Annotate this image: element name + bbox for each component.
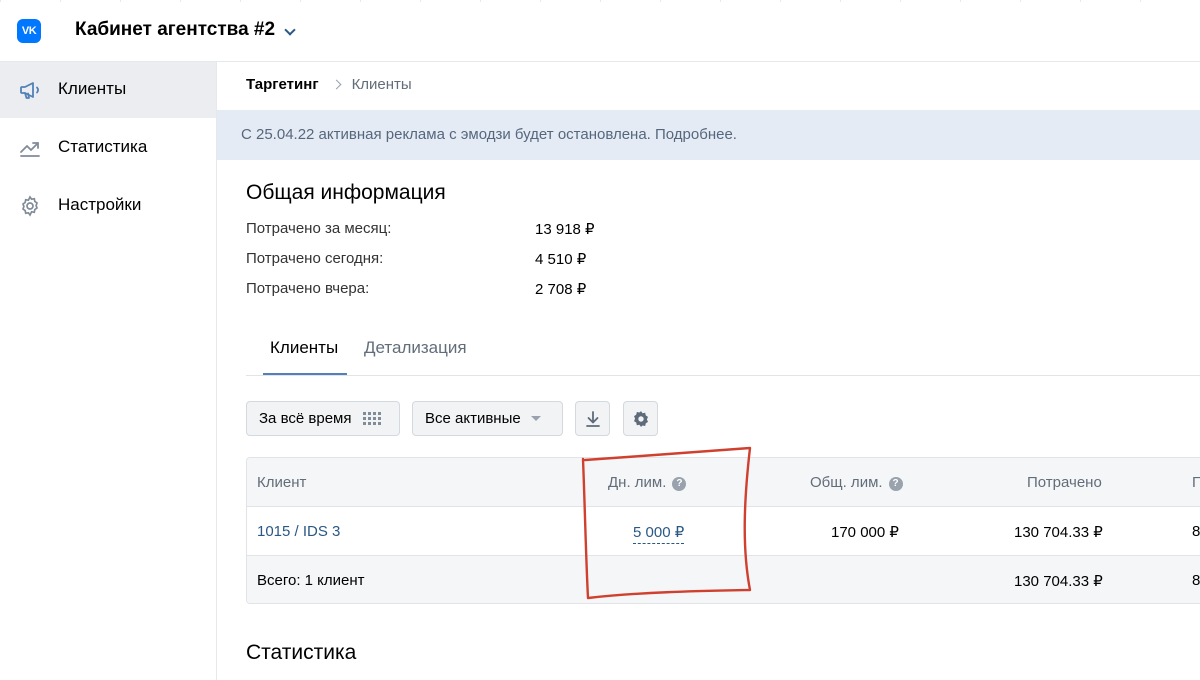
help-icon[interactable]: ?: [672, 477, 687, 491]
total-spent: 130 704.33 ₽: [1014, 573, 1103, 590]
cabinet-title[interactable]: Кабинет агентства #2: [75, 19, 275, 41]
filter-label: Все активные: [425, 410, 521, 427]
spent-value: 130 704.33 ₽: [1014, 524, 1103, 541]
header-cut-column[interactable]: П: [1192, 474, 1200, 491]
gear-icon: [633, 410, 648, 427]
top-bar: VK Кабинет агентства #2: [0, 0, 1200, 62]
sidebar-item-settings[interactable]: Настройки: [0, 178, 216, 234]
daily-limit-value[interactable]: 5 000 ₽: [633, 523, 685, 544]
vk-logo[interactable]: VK: [17, 19, 41, 43]
top-grid-strip: [0, 0, 1200, 2]
gear-icon: [21, 195, 39, 217]
caret-down-icon: [530, 416, 541, 421]
total-cut-column: 8: [1192, 572, 1200, 589]
client-link[interactable]: 1015 / IDS 3: [257, 523, 340, 540]
period-select-button[interactable]: За всё время: [246, 401, 400, 436]
total-label: Всего: 1 клиент: [257, 572, 365, 589]
header-spent[interactable]: Потрачено: [1027, 474, 1102, 491]
overview-label: Потрачено вчера:: [246, 280, 370, 297]
sidebar-item-clients[interactable]: Клиенты: [0, 62, 216, 118]
sidebar-item-label: Клиенты: [58, 79, 127, 98]
breadcrumb-root[interactable]: Таргетинг: [246, 76, 319, 93]
clients-table: Клиент Дн. лим.? Общ. лим.? Потрачено П …: [246, 457, 1200, 604]
statistics-title: Статистика: [246, 641, 357, 664]
overview-label: Потрачено за месяц:: [246, 220, 392, 237]
table-header: Клиент Дн. лим.? Общ. лим.? Потрачено П: [247, 458, 1200, 507]
main-content: Таргетинг Клиенты С 25.04.22 активная ре…: [217, 62, 1200, 680]
period-label: За всё время: [259, 410, 352, 427]
breadcrumb: Таргетинг Клиенты: [246, 76, 412, 93]
active-tab-indicator: [263, 373, 347, 375]
table-footer: Всего: 1 клиент 130 704.33 ₽ 8: [247, 556, 1200, 603]
sidebar-item-statistics[interactable]: Статистика: [0, 120, 216, 176]
cut-column-value: 8: [1192, 523, 1200, 540]
table-row: 1015 / IDS 3 5 000 ₽ 170 000 ₽ 130 704.3…: [247, 507, 1200, 556]
download-icon: [585, 410, 600, 427]
calendar-grid-icon: [363, 412, 382, 425]
tab-clients[interactable]: Клиенты: [270, 338, 338, 358]
status-filter-dropdown[interactable]: Все активные: [412, 401, 563, 436]
chevron-right-icon: [331, 79, 342, 90]
overview-label: Потрачено сегодня:: [246, 250, 384, 267]
header-daily-limit-label: Дн. лим.: [608, 474, 667, 491]
tab-details[interactable]: Детализация: [364, 338, 467, 358]
tabs-bar: Клиенты Детализация: [246, 326, 1200, 376]
table-settings-button[interactable]: [623, 401, 658, 436]
sidebar-item-label: Статистика: [58, 137, 148, 156]
overview-value: 13 918 ₽: [535, 221, 595, 238]
sidebar-item-label: Настройки: [58, 195, 142, 214]
overview-title: Общая информация: [246, 181, 446, 204]
total-limit-value: 170 000 ₽: [831, 524, 899, 541]
download-button[interactable]: [575, 401, 610, 436]
header-total-limit-label: Общ. лим.: [810, 474, 883, 491]
help-icon[interactable]: ?: [888, 477, 903, 491]
megaphone-icon: [20, 82, 39, 99]
sidebar: Клиенты Статистика Настройки: [0, 62, 217, 680]
breadcrumb-current: Клиенты: [351, 76, 412, 93]
chevron-down-icon[interactable]: [284, 24, 296, 36]
header-client[interactable]: Клиент: [257, 474, 306, 491]
daily-limit-editable[interactable]: 5 000 ₽: [633, 524, 685, 544]
header-daily-limit[interactable]: Дн. лим.?: [608, 474, 687, 491]
banner-text: С 25.04.22 активная реклама с эмодзи буд…: [241, 126, 737, 143]
header-total-limit[interactable]: Общ. лим.?: [810, 474, 903, 491]
info-banner[interactable]: С 25.04.22 активная реклама с эмодзи буд…: [217, 110, 1200, 160]
overview-value: 4 510 ₽: [535, 251, 587, 268]
overview-value: 2 708 ₽: [535, 281, 587, 298]
trend-chart-icon: [20, 142, 40, 157]
